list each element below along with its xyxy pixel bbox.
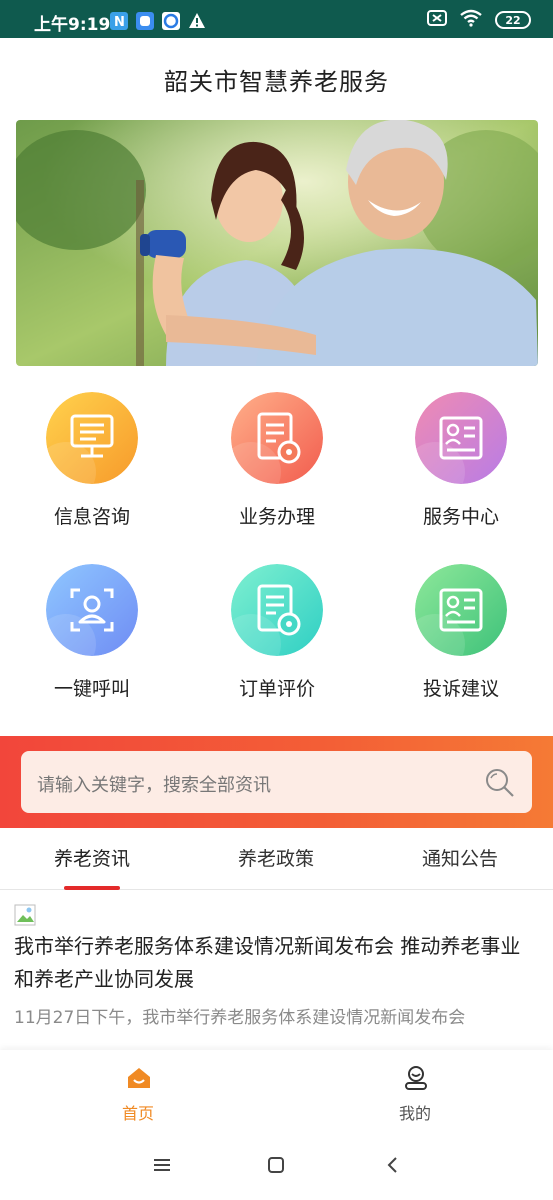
document-badge-icon [231, 392, 323, 484]
battery-indicator: 22 [495, 11, 531, 29]
home-icon [126, 1065, 152, 1095]
status-bar: 上午9:19 N 22 [0, 0, 553, 38]
news-tabs: 养老资讯 养老政策 通知公告 [0, 828, 553, 890]
service-label: 投诉建议 [422, 678, 499, 700]
tab-label: 通知公告 [421, 848, 498, 870]
user-icon [403, 1065, 429, 1095]
nav-mine[interactable]: 我的 [277, 1050, 553, 1135]
monitor-list-icon [46, 392, 138, 484]
search-icon[interactable] [484, 767, 516, 803]
service-center[interactable]: 服务中心 [386, 376, 536, 536]
notification-browser-icon [162, 12, 180, 30]
nav-home[interactable]: 首页 [0, 1050, 276, 1135]
user-scan-icon [46, 564, 138, 656]
service-label: 订单评价 [238, 678, 315, 700]
news-summary: 11月27日下午，我市举行养老服务体系建设情况新闻发布会 [14, 1008, 466, 1028]
service-order-review[interactable]: 订单评价 [202, 548, 352, 708]
service-label: 业务办理 [238, 506, 315, 528]
notification-app-icon [136, 12, 154, 30]
wifi-icon [459, 9, 483, 31]
service-one-key-call[interactable]: 一键呼叫 [17, 548, 167, 708]
app-header: 韶关市智慧养老服务 [0, 38, 553, 120]
tab-notices[interactable]: 通知公告 [368, 828, 552, 890]
menu-icon[interactable] [152, 1155, 172, 1179]
service-label: 服务中心 [422, 506, 499, 528]
search-placeholder: 请输入关键字，搜索全部资讯 [37, 775, 271, 796]
document-badge-icon [231, 564, 323, 656]
tab-label: 养老政策 [237, 848, 314, 870]
news-headline: 我市举行养老服务体系建设情况新闻发布会 推动养老事业和养老产业协同发展 [14, 934, 521, 991]
status-time: 上午9:19 [34, 15, 111, 35]
service-label: 一键呼叫 [53, 678, 130, 700]
search-input[interactable]: 请输入关键字，搜索全部资讯 [21, 751, 532, 813]
id-card-icon [415, 564, 507, 656]
home-square-icon[interactable] [266, 1155, 286, 1179]
service-label: 信息咨询 [53, 506, 130, 528]
banner-image[interactable] [16, 120, 538, 366]
nav-label: 我的 [398, 1104, 431, 1123]
warning-icon [188, 12, 206, 30]
notification-n-icon: N [110, 12, 128, 30]
tab-elderly-news[interactable]: 养老资讯 [0, 828, 184, 890]
page-title: 韶关市智慧养老服务 [164, 67, 389, 96]
nav-label: 首页 [121, 1104, 154, 1123]
back-icon[interactable] [383, 1155, 403, 1179]
tab-label: 养老资讯 [53, 848, 130, 870]
tab-elderly-policy[interactable]: 养老政策 [184, 828, 368, 890]
broken-image-icon [14, 904, 36, 926]
search-band: 请输入关键字，搜索全部资讯 [0, 736, 553, 828]
elderly-care-banner-icon [16, 120, 538, 366]
service-complaint[interactable]: 投诉建议 [386, 548, 536, 708]
tab-active-indicator [64, 886, 120, 890]
sim-off-icon [427, 10, 447, 30]
service-business[interactable]: 业务办理 [202, 376, 352, 536]
id-card-icon [415, 392, 507, 484]
system-nav-bar [0, 1135, 553, 1200]
svg-text:N: N [114, 15, 125, 30]
news-item[interactable]: 我市举行养老服务体系建设情况新闻发布会 推动养老事业和养老产业协同发展 11月2… [14, 904, 539, 1034]
bottom-nav: 首页 我的 [0, 1050, 553, 1135]
service-info-consult[interactable]: 信息咨询 [17, 376, 167, 536]
